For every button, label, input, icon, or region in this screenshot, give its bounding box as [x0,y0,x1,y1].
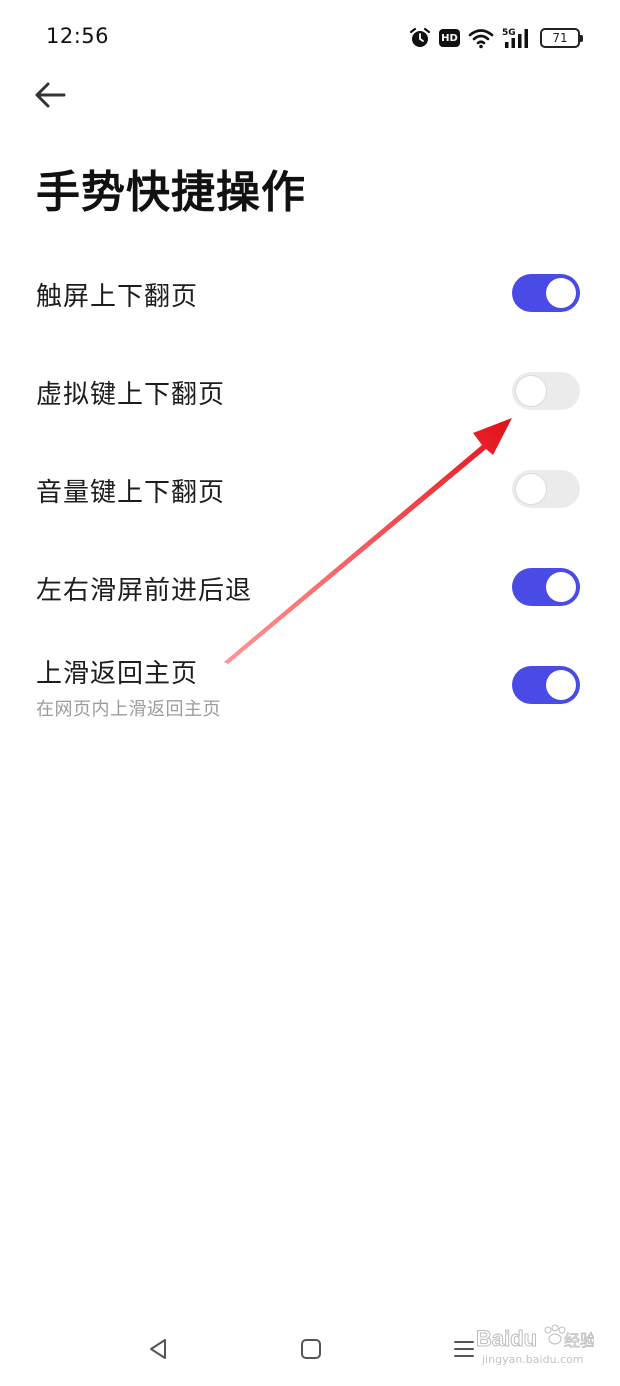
toggle-knob [516,474,546,504]
toggle-switch[interactable] [512,274,580,312]
setting-row-virtual-key-page-turn[interactable]: 虚拟键上下翻页 [0,343,620,441]
menu-lines-icon [454,1341,474,1357]
toggle-knob [546,670,576,700]
toggle-switch[interactable] [512,568,580,606]
toggle-switch[interactable] [512,470,580,508]
5g-signal-icon: 5G [502,28,528,48]
status-bar: 12:56 HD 5G 71 [0,0,620,76]
setting-label: 触屏上下翻页 [36,282,199,312]
setting-label: 音量键上下翻页 [36,478,226,508]
nav-home-button[interactable] [293,1334,329,1364]
setting-label: 虚拟键上下翻页 [36,380,226,410]
status-time: 12:56 [46,24,110,48]
nav-back-button[interactable] [140,1334,176,1364]
back-arrow-icon [35,82,66,108]
status-icons: HD 5G 71 [409,26,583,50]
alarm-icon [409,27,431,47]
battery-level: 71 [552,31,568,45]
toggle-knob [546,572,576,602]
toggle-knob [546,278,576,308]
network-type-label: 5G [502,28,516,38]
setting-row-swipe-up-home[interactable]: 上滑返回主页 在网页内上滑返回主页 [0,637,620,735]
wifi-icon [468,29,494,49]
page-title: 手势快捷操作 [36,167,306,218]
home-square-icon [301,1339,321,1359]
hd-icon: HD [439,29,460,47]
toggle-switch[interactable] [512,372,580,410]
setting-row-volume-key-page-turn[interactable]: 音量键上下翻页 [0,441,620,539]
back-triangle-icon [150,1339,166,1359]
setting-row-swipe-forward-back[interactable]: 左右滑屏前进后退 [0,539,620,637]
nav-menu-button[interactable] [446,1334,482,1364]
back-button[interactable] [30,76,70,114]
setting-description: 在网页内上滑返回主页 [36,699,221,720]
battery-icon: 71 [540,28,583,48]
toggle-switch[interactable] [512,666,580,704]
setting-label: 左右滑屏前进后退 [36,576,253,606]
system-nav-bar [0,1310,620,1386]
toggle-knob [516,376,546,406]
setting-label: 上滑返回主页 [36,659,199,689]
setting-row-touch-page-turn[interactable]: 触屏上下翻页 [0,245,620,343]
